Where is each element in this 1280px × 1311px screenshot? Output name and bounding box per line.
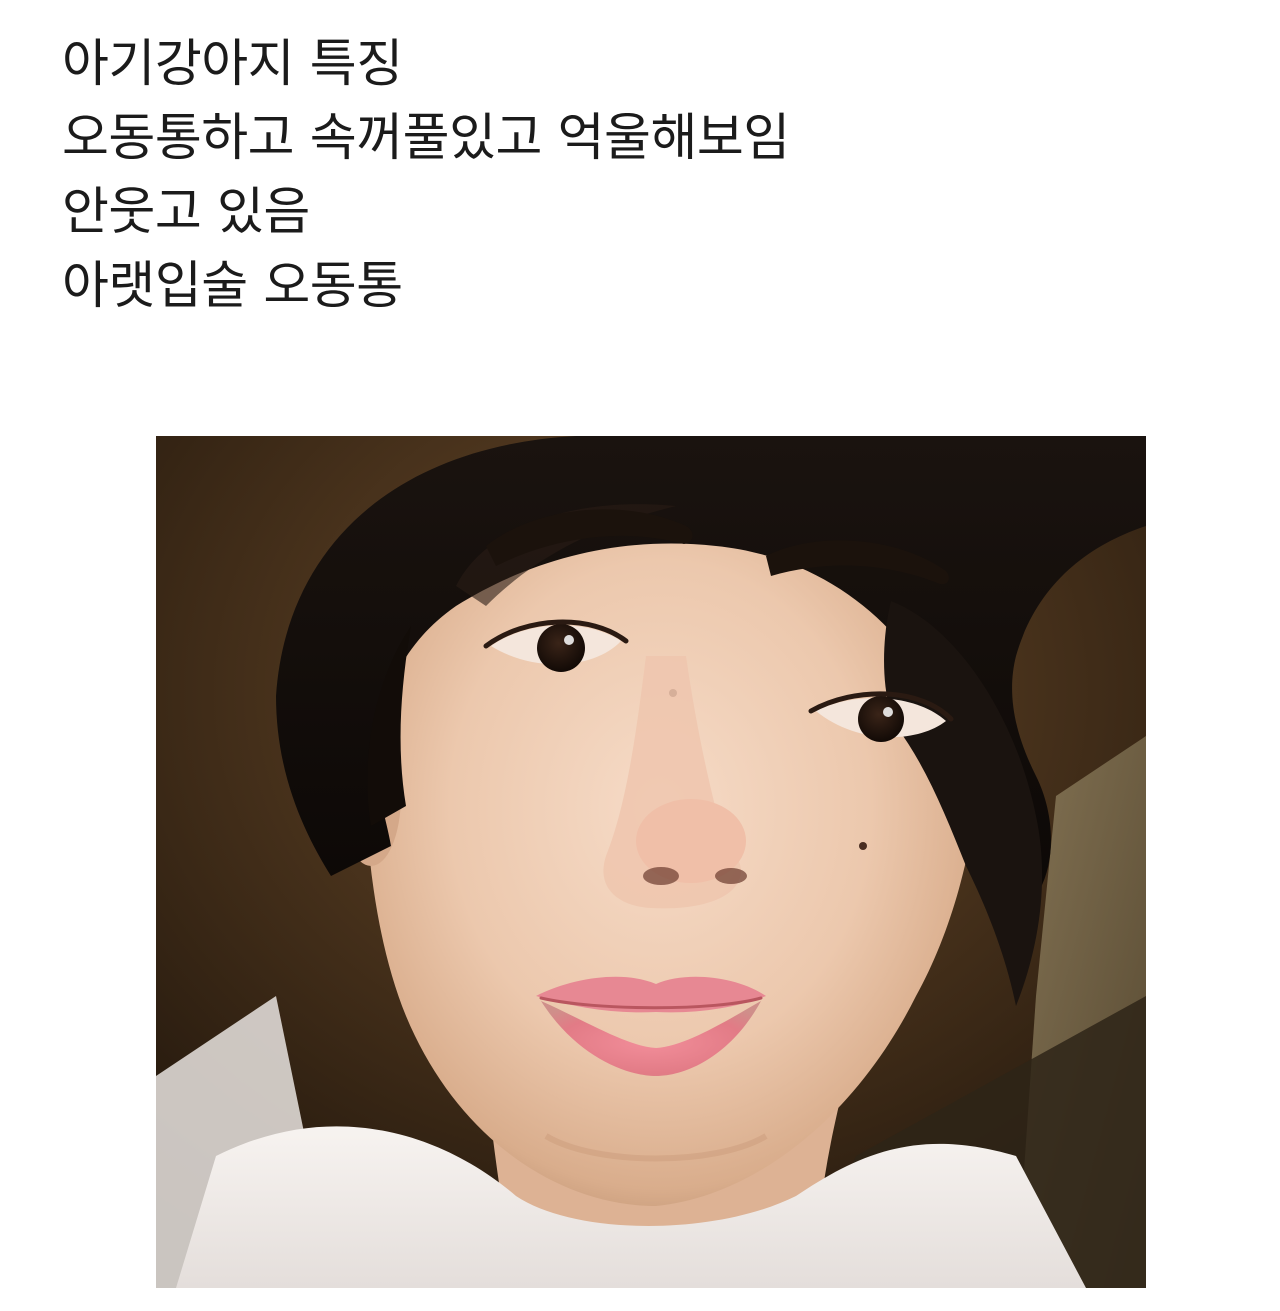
post-line-3: 안웃고 있음 bbox=[62, 183, 310, 242]
post-line-4: 아랫입술 오동통 bbox=[62, 257, 403, 316]
post-line-2: 오동통하고 속꺼풀있고 억울해보임 bbox=[62, 109, 790, 168]
post-text: 아기강아지 특징 오동통하고 속꺼풀있고 억울해보임 안웃고 있음 아랫입술 오… bbox=[62, 28, 1212, 324]
portrait-illustration bbox=[156, 436, 1146, 1288]
post-line-1: 아기강아지 특징 bbox=[62, 35, 403, 94]
post-photo[interactable] bbox=[156, 436, 1146, 1288]
